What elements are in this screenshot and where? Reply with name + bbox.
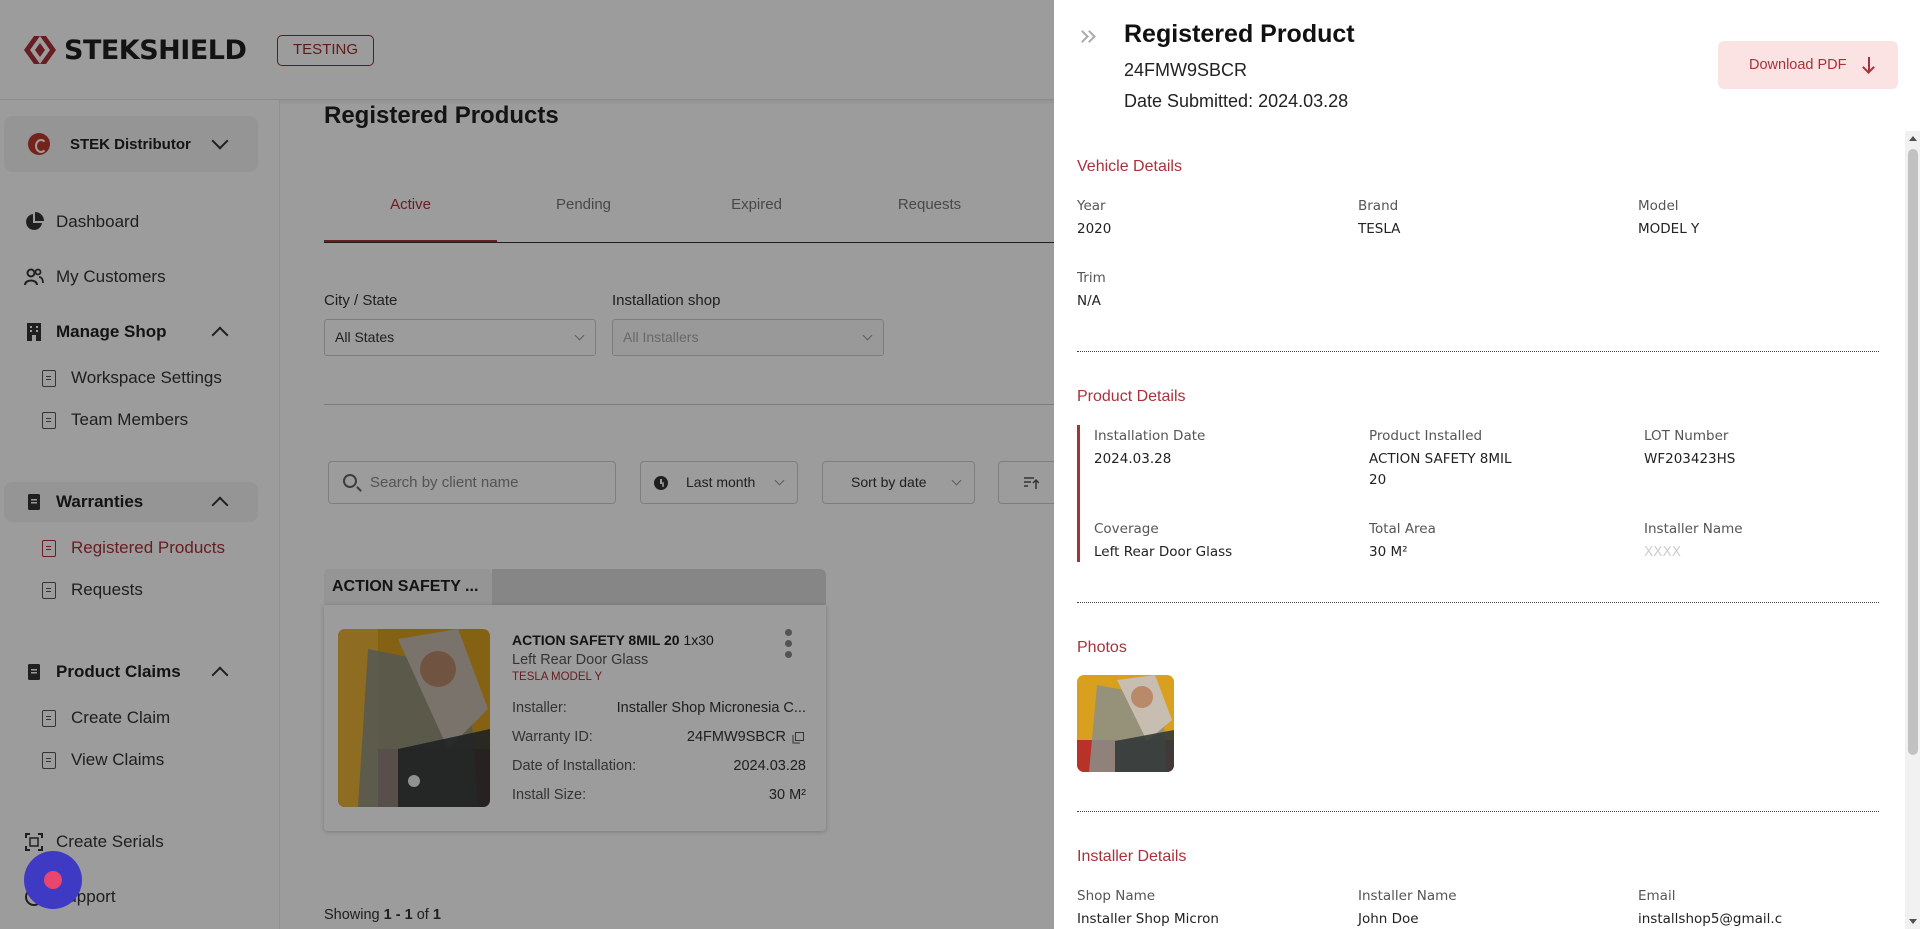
installation-date-label: Installation Date [1094,428,1206,444]
section-divider [1077,351,1879,352]
product-installed-line2: 20 [1369,472,1387,488]
drawer-date-submitted: Date Submitted: 2024.03.28 [1124,91,1349,111]
installer-name-label: Installer Name [1644,521,1743,537]
trim-label: Trim [1077,270,1106,286]
trim-value: N/A [1077,293,1101,309]
email-label: Email [1638,888,1676,904]
coverage-value: Left Rear Door Glass [1094,544,1233,560]
installer-name-value: XXXX [1644,544,1681,560]
scroll-down-icon[interactable] [1909,919,1917,924]
installer-details-name-value: John Doe [1358,911,1419,927]
total-area-label: Total Area [1369,521,1436,537]
product-detail-drawer: Registered Product 24FMW9SBCR Date Submi… [1054,0,1920,929]
brand-label: Brand [1358,198,1399,214]
drawer-warranty-id: 24FMW9SBCR [1124,60,1248,80]
shop-name-label: Shop Name [1077,888,1156,904]
product-accent-bar [1077,425,1080,562]
year-label: Year [1077,198,1106,214]
installation-photo-image [1077,675,1174,772]
download-pdf-label: Download PDF [1749,57,1847,73]
photos-heading: Photos [1077,639,1127,656]
installation-date-value: 2024.03.28 [1094,451,1172,467]
download-arrow-icon [1868,57,1870,71]
product-installed-label: Product Installed [1369,428,1483,444]
vehicle-details-heading: Vehicle Details [1077,158,1182,175]
photo-thumbnail[interactable] [1077,675,1174,772]
lot-number-label: LOT Number [1644,428,1729,444]
installer-details-name-label: Installer Name [1358,888,1457,904]
scroll-up-icon[interactable] [1909,136,1917,141]
coverage-label: Coverage [1094,521,1159,537]
drawer-scroll-area[interactable]: Vehicle Details Year 2020 Brand TESLA Mo… [1054,131,1920,929]
drawer-title: Registered Product [1124,20,1355,48]
product-details-heading: Product Details [1077,388,1186,405]
collapse-drawer-icon[interactable] [1076,28,1100,48]
total-area-value: 30 M² [1369,544,1408,560]
brand-value: TESLA [1358,221,1401,237]
model-label: Model [1638,198,1679,214]
lot-number-value: WF203423HS [1644,451,1736,467]
download-pdf-button[interactable]: Download PDF [1718,41,1898,89]
email-value: installshop5@gmail.c [1638,911,1783,927]
shop-name-value: Installer Shop Micron [1077,911,1219,927]
chat-launcher-button[interactable] [24,851,82,909]
section-divider [1077,602,1879,603]
year-value: 2020 [1077,221,1112,237]
drawer-scrollbar[interactable] [1905,131,1920,929]
scrollbar-thumb[interactable] [1908,149,1918,755]
installer-details-heading: Installer Details [1077,848,1187,865]
model-value: MODEL Y [1638,221,1700,237]
section-divider [1077,811,1879,812]
product-installed-line1: ACTION SAFETY 8MIL [1369,451,1512,467]
